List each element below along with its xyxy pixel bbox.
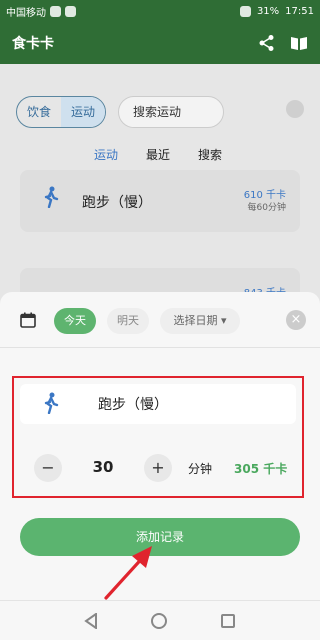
tomorrow-chip[interactable]: 明天 — [107, 308, 149, 334]
clock: 17:51 — [285, 5, 314, 17]
duration-value[interactable]: 30 — [88, 458, 118, 476]
home-icon[interactable] — [151, 613, 167, 629]
exercise-card[interactable]: 跑步（慢） 610 千卡 每60分钟 — [20, 170, 300, 232]
close-icon[interactable]: × — [286, 310, 306, 330]
exercise-per: 每60分钟 — [247, 203, 286, 213]
recent-apps-icon[interactable] — [221, 614, 235, 628]
battery-icon — [239, 5, 251, 17]
increase-button[interactable]: + — [144, 454, 172, 482]
food-exercise-toggle[interactable]: 饮食 运动 — [16, 96, 107, 128]
page-close-icon[interactable] — [286, 100, 304, 118]
exercise-name: 跑步（慢） — [82, 195, 152, 211]
decrease-button[interactable]: − — [34, 454, 62, 482]
pick-date-label: 选择日期 — [173, 314, 218, 327]
app-title: 食卡卡 — [12, 36, 54, 52]
exercise-tabs: 运动 最近 搜索 — [94, 146, 222, 163]
battery-level: 31% — [256, 5, 280, 17]
selected-exercise-name: 跑步（慢） — [98, 397, 168, 413]
status-bar: 中国移动 31% 17:51 — [0, 0, 320, 22]
calendar-icon[interactable] — [20, 312, 36, 332]
pick-date-chip[interactable]: 选择日期 ▾ — [160, 308, 240, 334]
tab-search[interactable]: 搜索 — [198, 146, 222, 163]
signal-icon — [50, 5, 61, 17]
tab-exercise[interactable]: 运动 — [94, 146, 118, 163]
segment-exercise[interactable]: 运动 — [61, 97, 106, 127]
highlight-box: 跑步（慢） − 30 + 分钟 305 千卡 — [12, 376, 304, 498]
segment-food[interactable]: 饮食 — [17, 97, 61, 127]
duration-unit: 分钟 — [188, 462, 213, 476]
walking-icon — [42, 392, 60, 418]
today-chip[interactable]: 今天 — [54, 308, 96, 334]
calories-burned: 305 千卡 — [234, 462, 288, 476]
tab-recent[interactable]: 最近 — [146, 146, 170, 163]
search-exercise-input[interactable]: 搜索运动 — [118, 96, 225, 128]
duration-stepper: − 30 + 分钟 305 千卡 — [34, 454, 294, 482]
selected-exercise: 跑步（慢） — [20, 384, 296, 424]
exercise-kcal: 610 千卡 — [243, 190, 286, 201]
book-icon[interactable] — [290, 34, 308, 52]
share-icon[interactable] — [258, 34, 276, 52]
back-icon[interactable] — [84, 613, 98, 629]
walking-icon — [42, 186, 60, 212]
carrier-label: 中国移动 — [6, 7, 46, 19]
chevron-down-icon: ▾ — [220, 314, 227, 327]
wifi-icon — [65, 5, 76, 17]
date-selector: 今天 明天 选择日期 ▾ × — [0, 292, 320, 348]
system-nav-bar — [0, 600, 320, 640]
annotation-arrow — [104, 546, 152, 600]
app-bar: 食卡卡 — [0, 22, 320, 64]
